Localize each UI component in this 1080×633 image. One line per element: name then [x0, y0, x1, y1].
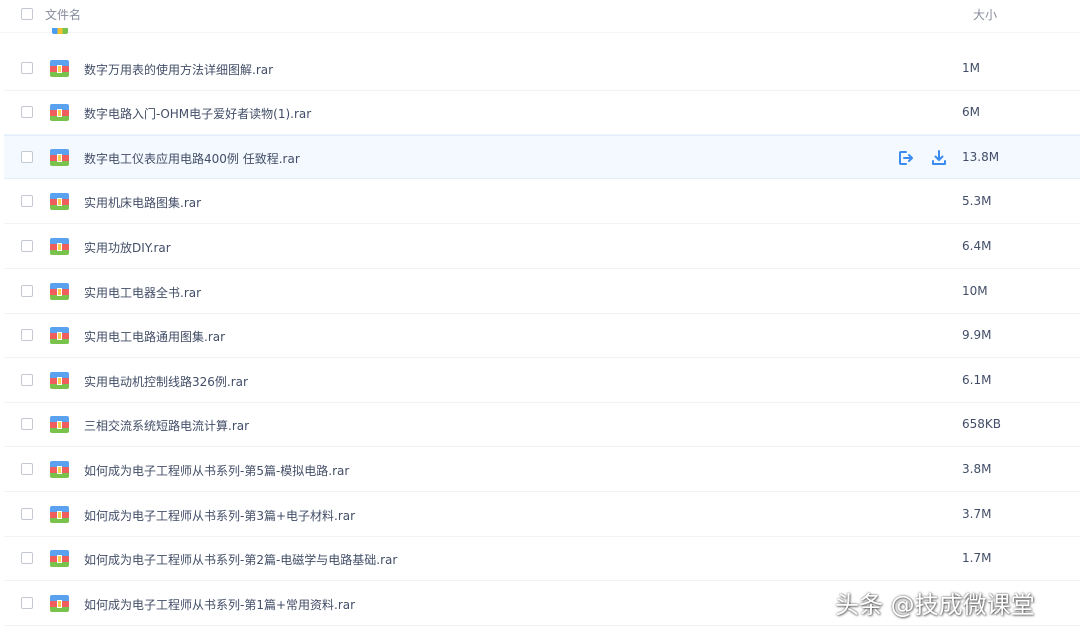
file-row-hovered[interactable]: 数字电工仪表应用电路400例 任致程.rar 13.8M	[4, 135, 1080, 179]
file-name[interactable]: 数字电工仪表应用电路400例 任致程.rar	[84, 150, 300, 167]
file-row[interactable]: 实用电工电器全书.rar 10M	[4, 270, 1080, 314]
rar-archive-icon	[50, 327, 69, 344]
file-name[interactable]: 实用电动机控制线路326例.rar	[84, 373, 248, 390]
row-checkbox[interactable]	[21, 240, 33, 252]
row-checkbox[interactable]	[21, 285, 33, 297]
file-size: 5.3M	[962, 194, 992, 208]
rar-archive-icon	[50, 550, 69, 567]
rar-archive-icon	[50, 104, 69, 121]
file-size: 10M	[962, 284, 988, 298]
rar-archive-icon	[50, 60, 69, 77]
column-header-filename[interactable]: 文件名	[45, 6, 81, 23]
file-row[interactable]: 如何成为电子工程师从书系列-第5篇-模拟电路.rar 3.8M	[4, 448, 1080, 492]
file-list-header: 文件名 大小	[0, 0, 1080, 33]
file-size: 9.9M	[962, 328, 992, 342]
row-checkbox[interactable]	[21, 62, 33, 74]
row-checkbox[interactable]	[21, 374, 33, 386]
file-name[interactable]: 数字电路入门-OHM电子爱好者读物(1).rar	[84, 105, 311, 122]
row-checkbox[interactable]	[21, 195, 33, 207]
file-name[interactable]: 实用功放DIY.rar	[84, 239, 171, 256]
column-header-size[interactable]: 大小	[973, 6, 997, 23]
file-row[interactable]: 三相交流系统短路电流计算.rar 658KB	[4, 403, 1080, 447]
rar-archive-icon	[50, 238, 69, 255]
select-all-checkbox[interactable]	[21, 8, 33, 20]
row-checkbox[interactable]	[21, 508, 33, 520]
file-row[interactable]: 数字万用表的使用方法详细图解.rar 1M	[4, 47, 1080, 91]
file-size: 13.8M	[962, 150, 1000, 164]
row-checkbox[interactable]	[21, 151, 33, 163]
file-row[interactable]: 实用电工电路通用图集.rar 9.9M	[4, 314, 1080, 358]
file-name[interactable]: 实用电工电路通用图集.rar	[84, 328, 225, 345]
file-size: 658KB	[962, 417, 1002, 431]
file-size: 6.4M	[962, 239, 992, 253]
file-row[interactable]: 数字电路入门-OHM电子爱好者读物(1).rar 6M	[4, 91, 1080, 135]
rar-archive-icon	[50, 461, 69, 478]
rar-archive-icon	[50, 595, 69, 612]
file-row[interactable]: 实用机床电路图集.rar 5.3M	[4, 180, 1080, 224]
row-checkbox[interactable]	[21, 418, 33, 430]
file-name[interactable]: 实用电工电器全书.rar	[84, 284, 201, 301]
file-size: 3.7M	[962, 507, 992, 521]
file-name[interactable]: 数字万用表的使用方法详细图解.rar	[84, 61, 273, 78]
file-size: 3.8M	[962, 462, 992, 476]
file-name[interactable]: 如何成为电子工程师从书系列-第2篇-电磁学与电路基础.rar	[84, 551, 397, 568]
file-name[interactable]: 如何成为电子工程师从书系列-第1篇+常用资料.rar	[84, 596, 355, 613]
file-name[interactable]: 如何成为电子工程师从书系列-第5篇-模拟电路.rar	[84, 462, 349, 479]
rar-archive-icon	[50, 193, 69, 210]
share-icon[interactable]	[897, 149, 915, 167]
file-name[interactable]: 实用机床电路图集.rar	[84, 194, 201, 211]
file-row[interactable]: 如何成为电子工程师从书系列-第3篇+电子材料.rar 3.7M	[4, 493, 1080, 537]
rar-archive-icon	[52, 28, 68, 34]
file-size: 1M	[962, 61, 980, 75]
watermark: 头条 @技成微课堂	[835, 591, 1035, 619]
file-size: 1.7M	[962, 551, 992, 565]
rar-archive-icon	[50, 506, 69, 523]
file-row[interactable]: 实用功放DIY.rar 6.4M	[4, 225, 1080, 269]
file-size: 6.1M	[962, 373, 992, 387]
file-row[interactable]: 如何成为电子工程师从书系列-第2篇-电磁学与电路基础.rar 1.7M	[4, 537, 1080, 581]
row-checkbox[interactable]	[21, 106, 33, 118]
row-checkbox[interactable]	[21, 329, 33, 341]
row-checkbox[interactable]	[21, 597, 33, 609]
rar-archive-icon	[50, 416, 69, 433]
file-row[interactable]: 实用电动机控制线路326例.rar 6.1M	[4, 359, 1080, 403]
file-name[interactable]: 如何成为电子工程师从书系列-第3篇+电子材料.rar	[84, 507, 355, 524]
file-name[interactable]: 三相交流系统短路电流计算.rar	[84, 417, 249, 434]
row-checkbox[interactable]	[21, 552, 33, 564]
file-size: 6M	[962, 105, 980, 119]
download-icon[interactable]	[930, 149, 948, 167]
rar-archive-icon	[50, 283, 69, 300]
rar-archive-icon	[50, 149, 69, 166]
row-checkbox[interactable]	[21, 463, 33, 475]
rar-archive-icon	[50, 372, 69, 389]
